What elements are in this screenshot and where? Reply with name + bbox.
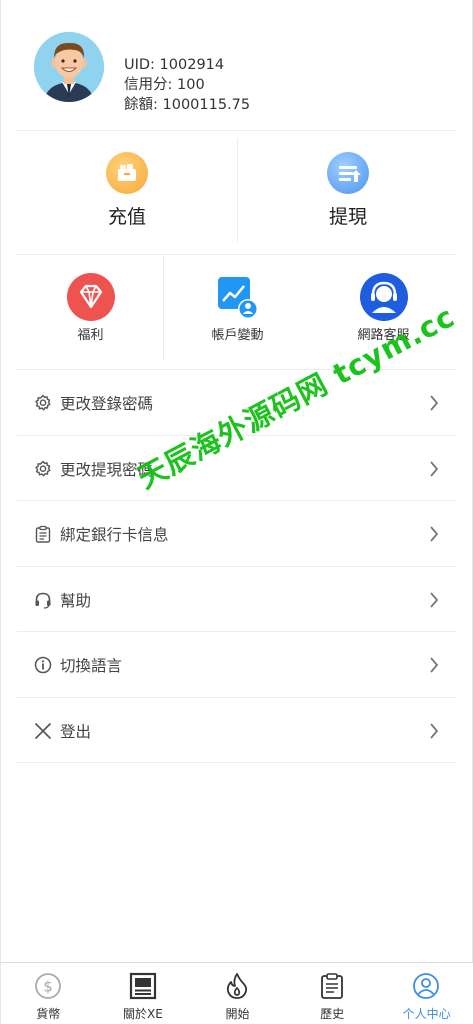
chevron-right-icon [429, 394, 439, 412]
menu-item-switch-language[interactable]: 切換語言 [17, 632, 457, 698]
clipboard-icon [34, 525, 52, 543]
dollar-icon: $ [34, 972, 62, 1000]
headphones-icon [34, 591, 52, 609]
tab-label: 關於XE [122, 1007, 163, 1021]
recharge-label: 充值 [107, 206, 146, 228]
uid-text: UID: 1002914 [124, 57, 225, 73]
tab-personal-center[interactable]: 个人中心 [379, 963, 473, 1024]
menu-label: 幫助 [60, 591, 92, 610]
svg-text:$: $ [43, 978, 53, 996]
withdraw-label: 提現 [328, 206, 367, 228]
chevron-right-icon [429, 656, 439, 674]
menu-item-logout[interactable]: 登出 [17, 698, 457, 763]
flame-icon [223, 972, 251, 1000]
avatar-image [34, 32, 104, 102]
menu-label: 更改登錄密碼 [60, 395, 154, 413]
headset-icon [360, 273, 408, 321]
menu-label: 登出 [60, 722, 92, 741]
page: UID: 1002914 信用分: 100 餘額: 1000115.75 充值 [0, 0, 473, 1024]
chevron-right-icon [429, 722, 439, 740]
tab-label: 个人中心 [402, 1007, 451, 1021]
welfare-label: 福利 [77, 328, 104, 343]
menu-item-bind-bank-card[interactable]: 綁定銀行卡信息 [17, 501, 457, 567]
tab-about-xe[interactable]: 關於XE [96, 963, 191, 1024]
account-changes-label: 帳戶變動 [211, 328, 264, 343]
menu-label: 切換語言 [60, 657, 123, 675]
recharge-button[interactable]: 充值 [17, 130, 237, 248]
tab-start[interactable]: 開始 [190, 963, 285, 1024]
menu-item-help[interactable]: 幫助 [17, 567, 457, 632]
tab-label: 歷史 [320, 1007, 345, 1021]
divider [17, 254, 457, 255]
profile-info: UID: 1002914 信用分: 100 餘額: 1000115.75 [124, 55, 250, 115]
tab-label: 貨幣 [36, 1007, 61, 1021]
balance-text: 餘額: 1000115.75 [124, 97, 251, 113]
menu-label: 綁定銀行卡信息 [60, 526, 169, 544]
chevron-right-icon [429, 460, 439, 478]
chart-user-icon [214, 273, 262, 321]
welfare-button[interactable]: 福利 [17, 256, 164, 360]
user-icon [412, 972, 440, 1000]
wallet-icon [106, 152, 148, 194]
chevron-right-icon [429, 525, 439, 543]
withdraw-icon [327, 152, 369, 194]
tab-label: 開始 [225, 1007, 250, 1021]
primary-actions: 充值 提現 [17, 130, 457, 248]
avatar[interactable] [34, 32, 104, 102]
withdraw-button[interactable]: 提現 [238, 130, 458, 248]
newspaper-icon [129, 972, 157, 1000]
tab-currency[interactable]: $ 貨幣 [1, 963, 96, 1024]
gear-icon [34, 394, 52, 412]
credit-score-text: 信用分: 100 [124, 77, 205, 93]
account-changes-button[interactable]: 帳戶變動 [164, 256, 311, 360]
clipboard-icon [318, 972, 346, 1000]
gear-icon [34, 460, 52, 478]
diamond-icon [67, 273, 115, 321]
close-icon [34, 722, 52, 740]
bottom-tab-bar: $ 貨幣 關於XE 開始 歷史 个人中心 [1, 962, 473, 1024]
chevron-right-icon [429, 591, 439, 609]
info-icon [34, 656, 52, 674]
tab-history[interactable]: 歷史 [285, 963, 380, 1024]
profile-header: UID: 1002914 信用分: 100 餘額: 1000115.75 [1, 0, 473, 130]
